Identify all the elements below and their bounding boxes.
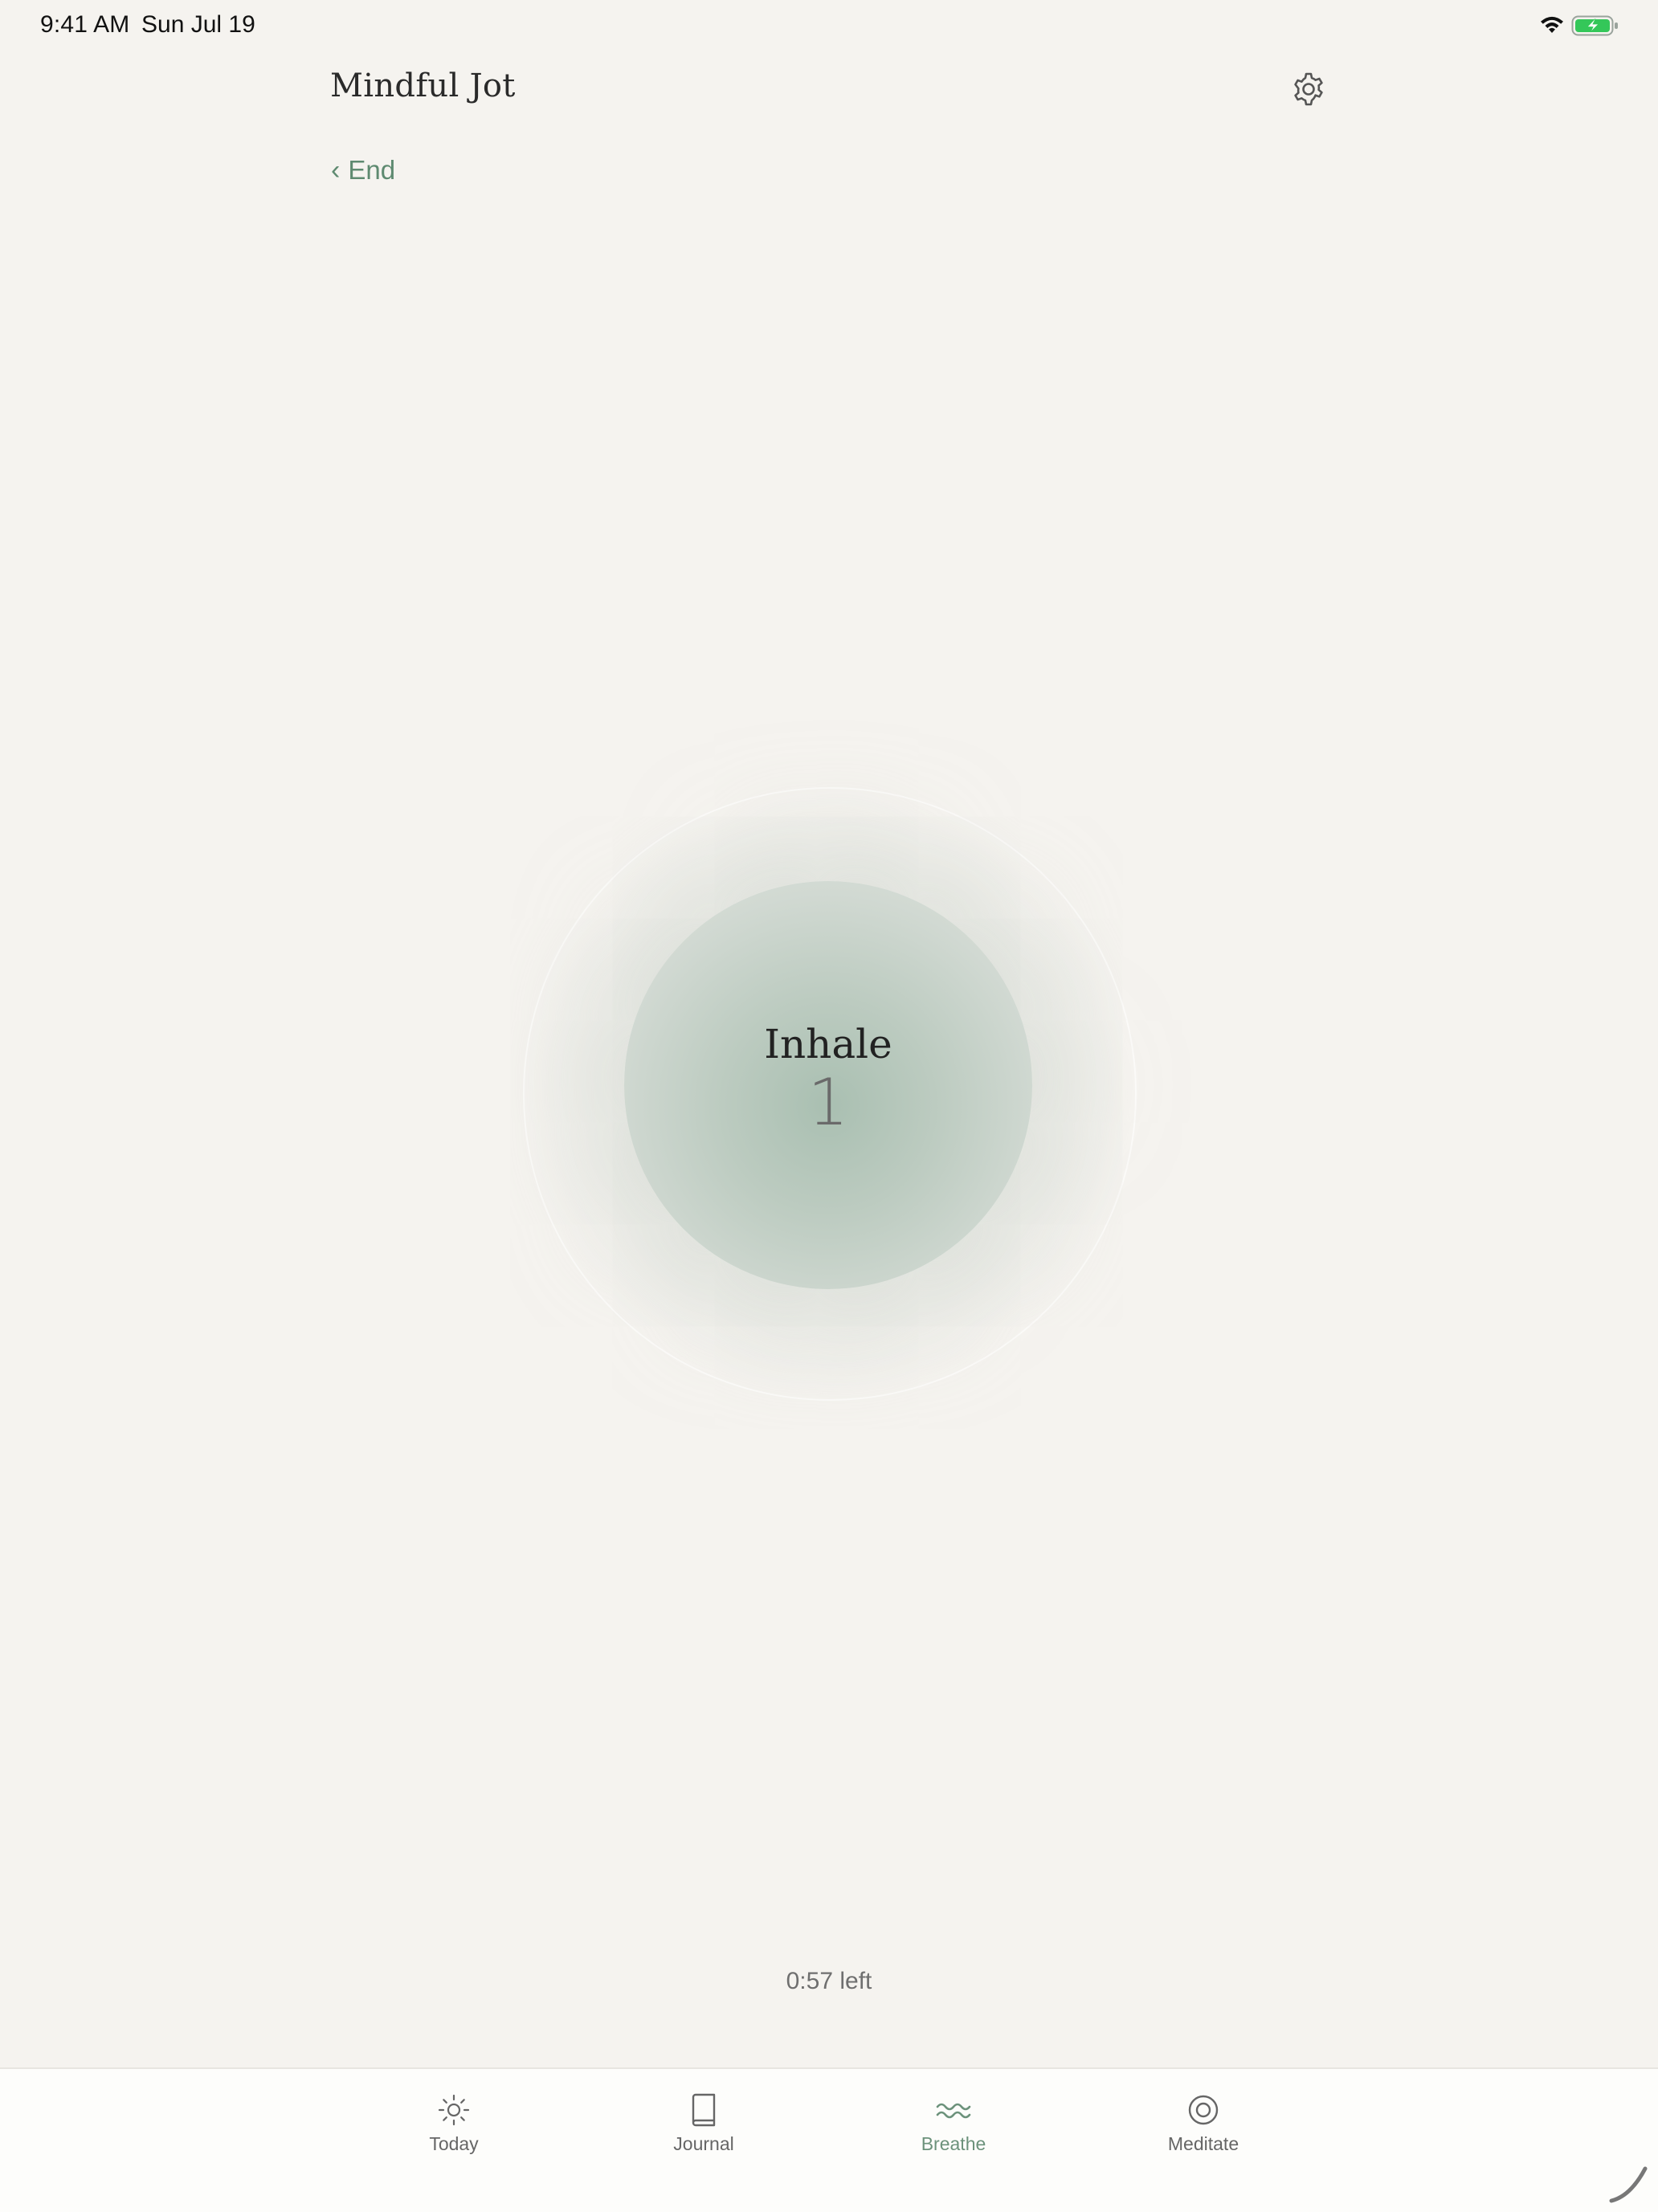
home-indicator [1609, 2166, 1648, 2203]
book-icon [685, 2092, 722, 2128]
breathing-area: Inhale 1 [0, 0, 1658, 2210]
phase-count: 1 [807, 1065, 849, 1140]
tab-breathe-label: Breathe [921, 2133, 986, 2154]
tab-today[interactable]: Today [374, 2092, 534, 2155]
sun-icon [435, 2092, 472, 2128]
status-time: 9:41 AM [40, 11, 130, 38]
tab-journal-label: Journal [673, 2133, 734, 2154]
wave-icon [935, 2092, 972, 2128]
settings-button[interactable] [1288, 69, 1329, 109]
end-label: End [348, 155, 396, 185]
app-title: Mindful Jot [330, 67, 516, 104]
chevron-left-icon: ‹ [331, 155, 341, 186]
tab-bar: Today Journal Breathe Meditate [0, 2067, 1658, 2212]
phase-label: Inhale [764, 1021, 892, 1067]
breath-text: Inhale 1 [624, 881, 1032, 1289]
tab-today-label: Today [429, 2133, 479, 2154]
tab-breathe[interactable]: Breathe [873, 2092, 1034, 2155]
tab-meditate[interactable]: Meditate [1123, 2092, 1284, 2155]
circle-target-icon [1185, 2092, 1222, 2128]
wifi-icon [1541, 16, 1563, 33]
status-date: Sun Jul 19 [141, 11, 255, 38]
time-remaining: 0:57 left [786, 1968, 872, 1994]
gear-icon [1294, 72, 1323, 106]
end-session-button[interactable]: ‹ End [331, 155, 395, 186]
tab-journal[interactable]: Journal [623, 2092, 784, 2155]
battery-icon [1571, 15, 1618, 36]
tab-meditate-label: Meditate [1167, 2133, 1239, 2154]
